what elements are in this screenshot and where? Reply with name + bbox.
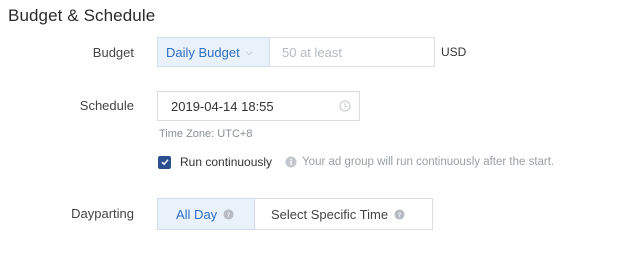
budget-type-select[interactable]: Daily Budget ⌵ xyxy=(157,37,269,67)
chevron-down-icon: ⌵ xyxy=(245,46,253,57)
question-icon: ? xyxy=(223,208,234,220)
start-datetime-picker[interactable]: 2019-04-14 18:55 xyxy=(157,91,360,121)
dayparting-segmented-control: All Day ? Select Specific Time ? xyxy=(157,198,433,230)
start-datetime-value: 2019-04-14 18:55 xyxy=(171,98,274,114)
run-continuously-row: Run continuously Your ad group will run … xyxy=(158,155,554,169)
dayparting-option-all-day[interactable]: All Day ? xyxy=(157,198,255,230)
timezone-text: Time Zone: UTC+8 xyxy=(159,128,253,140)
run-continuously-checkbox[interactable] xyxy=(158,155,171,169)
run-continuously-label[interactable]: Run continuously xyxy=(180,155,272,169)
schedule-label: Schedule xyxy=(79,98,134,113)
svg-text:?: ? xyxy=(398,210,402,219)
run-continuously-hint: Your ad group will run continuously afte… xyxy=(302,156,555,168)
currency-label: USD xyxy=(441,45,467,59)
budget-type-value: Daily Budget xyxy=(166,44,240,60)
checkmark-icon xyxy=(160,159,169,166)
budget-amount-input[interactable] xyxy=(269,37,435,67)
budget-field-group: Daily Budget ⌵ xyxy=(157,37,435,67)
clock-icon xyxy=(339,100,351,112)
section-title: Budget & Schedule xyxy=(8,6,156,25)
budget-label: Budget xyxy=(92,45,134,60)
dayparting-option-label: Select Specific Time xyxy=(271,206,389,222)
dayparting-label: Dayparting xyxy=(71,206,134,221)
dayparting-option-label: All Day xyxy=(176,206,218,222)
svg-text:?: ? xyxy=(227,210,231,219)
question-icon: ? xyxy=(394,208,405,220)
dayparting-option-specific-time[interactable]: Select Specific Time ? xyxy=(255,198,433,230)
info-icon xyxy=(285,156,297,168)
